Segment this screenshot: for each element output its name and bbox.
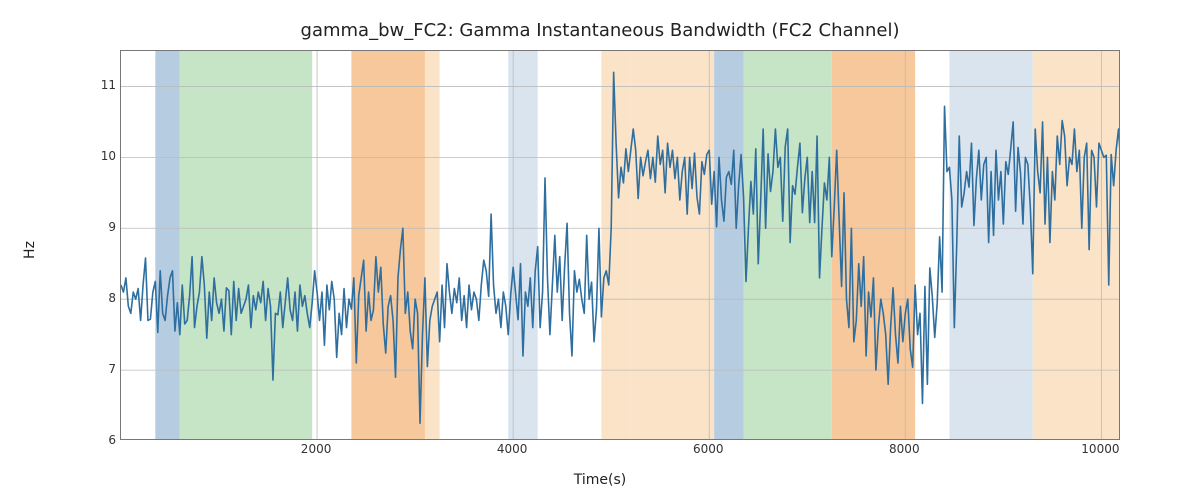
background-band bbox=[631, 51, 714, 440]
background-band bbox=[601, 51, 630, 440]
plot-area bbox=[120, 50, 1120, 440]
chart-figure: gamma_bw_FC2: Gamma Instantaneous Bandwi… bbox=[0, 0, 1200, 500]
background-band bbox=[425, 51, 440, 440]
x-tick-label: 6000 bbox=[693, 442, 724, 456]
y-tick-label: 6 bbox=[90, 433, 116, 447]
background-band bbox=[508, 51, 537, 440]
x-tick-label: 8000 bbox=[889, 442, 920, 456]
x-tick-label: 10000 bbox=[1081, 442, 1119, 456]
y-tick-label: 11 bbox=[90, 78, 116, 92]
background-band bbox=[949, 51, 1032, 440]
y-axis-label: Hz bbox=[22, 241, 38, 259]
x-tick-label: 4000 bbox=[497, 442, 528, 456]
background-band bbox=[832, 51, 915, 440]
x-tick-label: 2000 bbox=[301, 442, 332, 456]
x-axis-label: Time(s) bbox=[0, 472, 1200, 488]
background-band bbox=[1033, 51, 1120, 440]
background-band bbox=[714, 51, 743, 440]
background-band bbox=[155, 51, 180, 440]
plot-svg bbox=[121, 51, 1120, 440]
y-tick-label: 7 bbox=[90, 362, 116, 376]
y-tick-label: 8 bbox=[90, 291, 116, 305]
chart-title: gamma_bw_FC2: Gamma Instantaneous Bandwi… bbox=[0, 20, 1200, 41]
y-tick-label: 9 bbox=[90, 220, 116, 234]
background-band bbox=[180, 51, 312, 440]
background-band bbox=[351, 51, 425, 440]
y-tick-label: 10 bbox=[90, 149, 116, 163]
